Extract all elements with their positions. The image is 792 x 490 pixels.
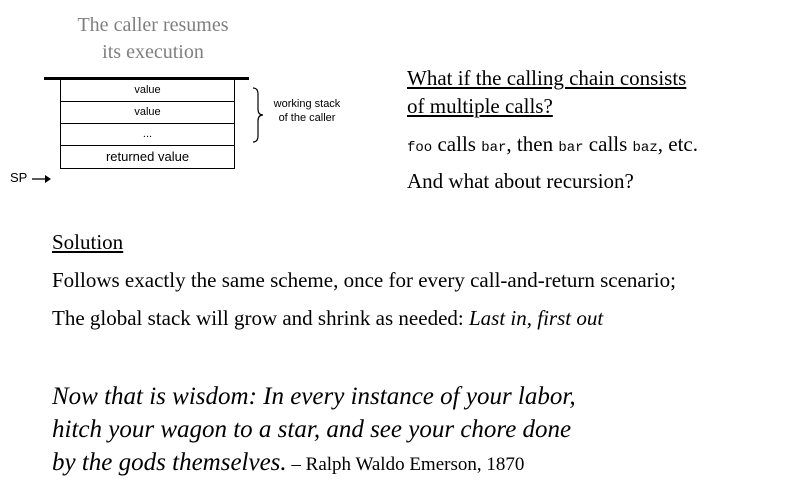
code-baz: baz	[632, 140, 658, 156]
code-bar-2: bar	[558, 140, 584, 156]
call-chain-line: foo calls bar, then bar calls baz, etc.	[407, 132, 698, 157]
solution-line-2: The global stack will grow and shrink as…	[52, 306, 603, 331]
lifo-phrase: Last in, first out	[468, 306, 604, 330]
question-title: What if the calling chain consists of mu…	[407, 64, 686, 120]
solution-line-1: Follows exactly the same scheme, once fo…	[52, 268, 676, 292]
recursion-question: And what about recursion?	[407, 169, 634, 193]
sp-label: SP	[10, 170, 28, 185]
question-title-line-2: of multiple calls?	[407, 94, 553, 118]
working-stack-label: working stack of the caller	[268, 97, 346, 125]
code-foo: foo	[407, 140, 433, 156]
quote-line-3-wrap: by the gods themselves. – Ralph Waldo Em…	[52, 446, 576, 481]
text-calls-2: calls	[583, 132, 633, 156]
quote-attribution: – Ralph Waldo Emerson, 1870	[286, 454, 525, 475]
text-calls-1: calls	[432, 132, 482, 156]
curly-brace-icon	[252, 87, 264, 143]
stack-diagram: value value ... returned value	[60, 80, 235, 169]
text-then: , then	[506, 132, 559, 156]
code-bar-1: bar	[481, 140, 507, 156]
quote-line-1: Now that is wisdom: In every instance of…	[52, 383, 576, 410]
emerson-quote: Now that is wisdom: In every instance of…	[52, 380, 576, 481]
stack-cell-returned-value: returned value	[61, 146, 234, 169]
text-etc: , etc.	[657, 132, 698, 156]
solution-line-2-text: The global stack will grow and shrink as…	[52, 306, 469, 330]
brace-label-line-2: of the caller	[278, 112, 336, 124]
stack-cell-ellipsis: ...	[61, 124, 234, 146]
question-title-line-1: What if the calling chain consists	[407, 66, 687, 90]
quote-line-3: by the gods themselves.	[52, 449, 287, 476]
stack-cell-value-2: value	[61, 102, 234, 124]
solution-heading: Solution	[52, 230, 124, 254]
caption-line-1: The caller resumes	[77, 14, 229, 36]
caption-line-2: its execution	[102, 41, 204, 63]
brace-label-line-1: working stack	[273, 98, 341, 110]
diagram-caption: The caller resumes its execution	[38, 12, 268, 66]
quote-line-2: hitch your wagon to a star, and see your…	[52, 416, 572, 443]
right-arrow-icon	[32, 175, 51, 183]
stack-cell-value-1: value	[61, 80, 234, 102]
